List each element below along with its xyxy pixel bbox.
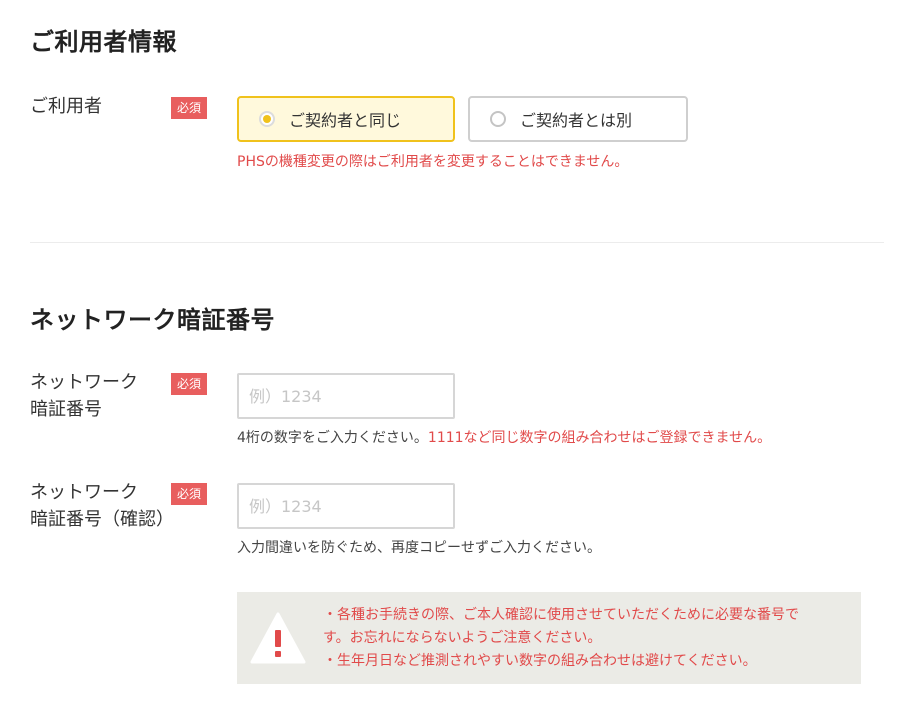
user-field-label: ご利用者 bbox=[30, 96, 102, 117]
radio-selected-icon bbox=[259, 111, 275, 127]
pin-help-instruction: 4桁の数字をご入力ください。 bbox=[237, 430, 428, 446]
pin-confirm-help-text: 入力間違いを防ぐため、再度コピーせずご入力ください。 bbox=[237, 540, 601, 556]
section-divider bbox=[30, 242, 884, 243]
user-info-title: ご利用者情報 bbox=[30, 28, 177, 56]
notice-text: ・各種お手続きの際、ご本人確認に使用させていただくために必要な番号です。お忘れに… bbox=[323, 604, 823, 673]
pin-confirm-required-badge: 必須 bbox=[171, 483, 207, 505]
notice-line: ・各種お手続きの際、ご本人確認に使用させていただくために必要な番号です。お忘れに… bbox=[323, 607, 799, 646]
notice-box: ・各種お手続きの際、ご本人確認に使用させていただくために必要な番号です。お忘れに… bbox=[237, 592, 861, 684]
pin-help-warning: 1111など同じ数字の組み合わせはご登録できません。 bbox=[427, 430, 772, 446]
page: ご利用者情報 ご利用者 必須 ご契約者と同じ ご契約者とは別 PHSの機種変更の… bbox=[0, 0, 912, 720]
radio-different-from-contractor-label: ご契約者とは別 bbox=[520, 111, 633, 130]
network-pin-title: ネットワーク暗証番号 bbox=[30, 306, 275, 334]
pin-required-badge: 必須 bbox=[171, 373, 207, 395]
pin-field-label: ネットワーク 暗証番号 bbox=[30, 372, 138, 420]
warning-icon bbox=[250, 612, 306, 664]
radio-unselected-icon bbox=[490, 111, 506, 127]
pin-help-text: 4桁の数字をご入力ください。1111など同じ数字の組み合わせはご登録できません。 bbox=[237, 427, 771, 447]
user-required-badge: 必須 bbox=[171, 97, 207, 119]
user-change-note: PHSの機種変更の際はご利用者を変更することはできません。 bbox=[237, 154, 629, 170]
notice-line: ・生年月日など推測されやすい数字の組み合わせは避けてください。 bbox=[323, 653, 757, 669]
pin-confirm-field-label: ネットワーク 暗証番号（確認） bbox=[30, 482, 174, 530]
network-pin-confirm-input[interactable] bbox=[237, 483, 455, 529]
network-pin-input[interactable] bbox=[237, 373, 455, 419]
radio-different-from-contractor[interactable]: ご契約者とは別 bbox=[468, 96, 688, 142]
radio-same-as-contractor-label: ご契約者と同じ bbox=[289, 111, 402, 130]
radio-same-as-contractor[interactable]: ご契約者と同じ bbox=[237, 96, 455, 142]
